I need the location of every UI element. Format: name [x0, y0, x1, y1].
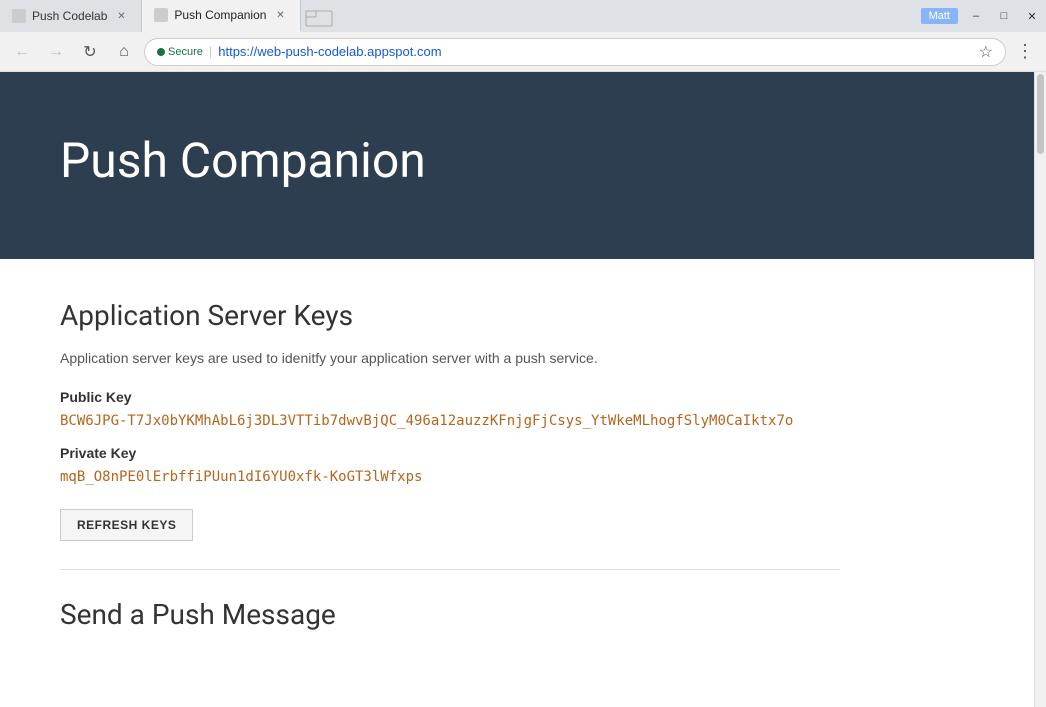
browser-window: Push Codelab ✕ Push Companion ✕ Matt – □… — [0, 0, 1046, 707]
scroll-thumb[interactable] — [1037, 74, 1044, 154]
section-title: Application Server Keys — [60, 299, 840, 332]
page-content: Push Companion Application Server Keys A… — [0, 72, 1046, 707]
tab-push-codelab-label: Push Codelab — [32, 9, 107, 23]
tab-push-companion-close[interactable]: ✕ — [272, 7, 288, 23]
public-key-value: BCW6JPG-T7Jx0bYKMhAbL6j3DL3VTTib7dwvBjQC… — [60, 413, 840, 429]
url-divider: | — [209, 44, 212, 59]
url-bar[interactable]: Secure | https://web-push-codelab.appspo… — [144, 38, 1006, 66]
forward-button[interactable]: → — [42, 38, 70, 66]
user-badge: Matt — [921, 8, 958, 24]
next-section-title: Send a Push Message — [60, 598, 840, 631]
browser-menu-button[interactable]: ⋮ — [1012, 41, 1038, 62]
home-button[interactable]: ⌂ — [110, 38, 138, 66]
tab-push-companion-icon — [154, 8, 168, 22]
secure-badge: Secure — [157, 46, 203, 58]
new-tab-button[interactable] — [301, 0, 337, 32]
tab-push-companion-label: Push Companion — [174, 8, 266, 22]
private-key-label: Private Key — [60, 445, 840, 461]
secure-dot — [157, 48, 165, 56]
private-key-value: mqB_O8nPE0lErbffiPUun1dI6YU0xfk-KoGT3lWf… — [60, 469, 840, 485]
tab-push-codelab[interactable]: Push Codelab ✕ — [0, 0, 142, 32]
refresh-button[interactable]: ↻ — [76, 38, 104, 66]
tab-push-companion[interactable]: Push Companion ✕ — [142, 0, 301, 32]
close-button[interactable]: ✕ — [1018, 0, 1046, 32]
back-button[interactable]: ← — [8, 38, 36, 66]
title-bar: Push Codelab ✕ Push Companion ✕ Matt – □… — [0, 0, 1046, 32]
address-bar: ← → ↻ ⌂ Secure | https://web-push-codela… — [0, 32, 1046, 72]
url-text: https://web-push-codelab.appspot.com — [218, 44, 441, 59]
hero-title: Push Companion — [60, 132, 974, 189]
maximize-button[interactable]: □ — [990, 0, 1018, 32]
refresh-keys-button[interactable]: REFRESH KEYS — [60, 509, 193, 541]
tab-push-codelab-icon — [12, 9, 26, 23]
page-inner: Push Companion Application Server Keys A… — [0, 72, 1034, 707]
section-divider — [60, 569, 840, 570]
scrollbar[interactable] — [1034, 72, 1046, 707]
minimize-button[interactable]: – — [962, 0, 990, 32]
tab-push-codelab-close[interactable]: ✕ — [113, 8, 129, 24]
section-description: Application server keys are used to iden… — [60, 348, 840, 369]
bookmark-star-icon[interactable]: ☆ — [979, 42, 993, 62]
hero-section: Push Companion — [0, 72, 1034, 259]
application-server-keys-section: Application Server Keys Application serv… — [0, 259, 900, 671]
window-controls: Matt – □ ✕ — [921, 0, 1046, 32]
public-key-label: Public Key — [60, 389, 840, 405]
